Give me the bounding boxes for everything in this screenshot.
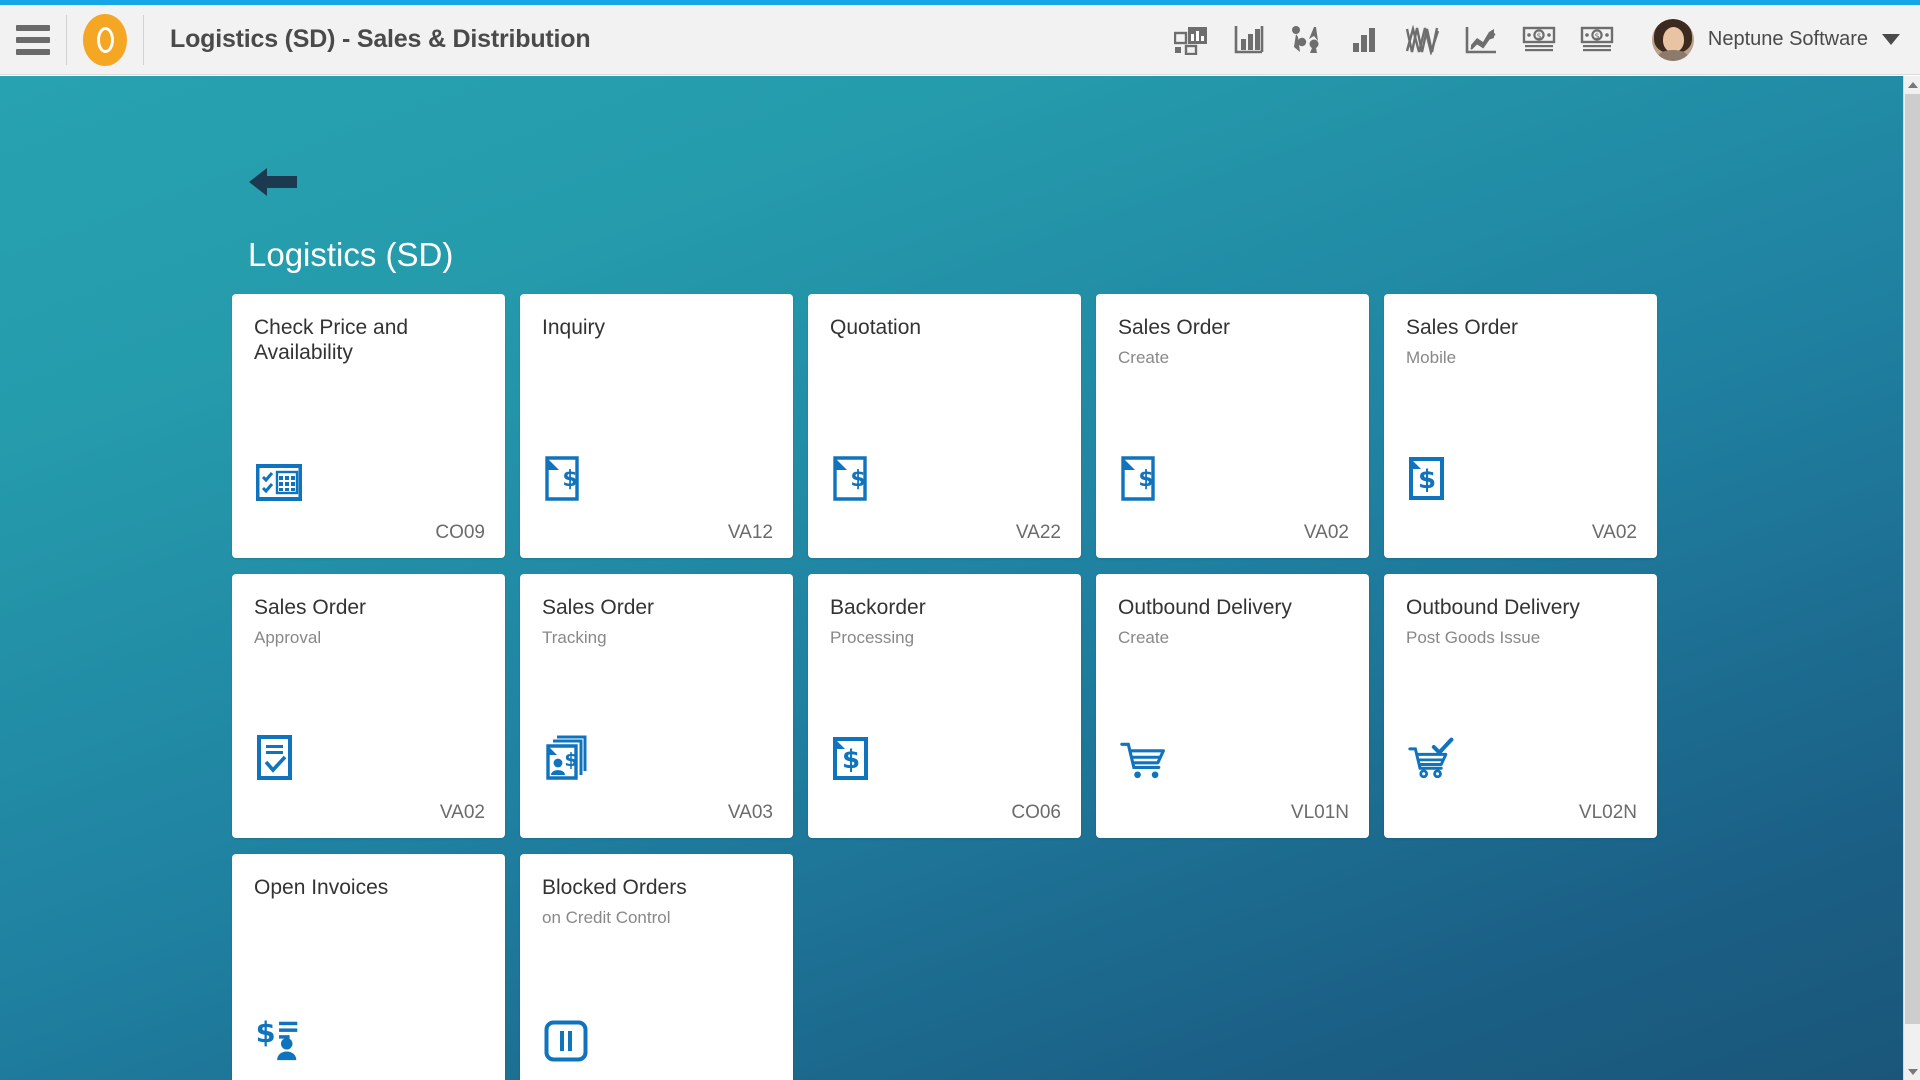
avatar-face <box>1662 26 1684 52</box>
tile-open-invoices[interactable]: Open Invoices $ VF05N <box>232 854 505 1080</box>
tile-inquiry[interactable]: Inquiry $ VA12 <box>520 294 793 558</box>
column-chart-icon[interactable] <box>1336 5 1394 75</box>
tile-title: Sales Order <box>542 596 655 619</box>
document-check-icon <box>256 734 304 782</box>
tile-outbound-delivery-create[interactable]: Outbound Delivery Create VL01N <box>1096 574 1369 838</box>
svg-text:$: $ <box>1138 467 1153 492</box>
tile-quotation[interactable]: Quotation $ VA22 <box>808 294 1081 558</box>
tile-backorder-processing[interactable]: Backorder Processing $ CO06 <box>808 574 1081 838</box>
document-dollar-icon: $ <box>544 454 592 502</box>
tile-subtitle: Tracking <box>542 627 607 647</box>
tile-sales-order-mobile[interactable]: Sales Order Mobile $ VA02 <box>1384 294 1657 558</box>
tile-title: Backorder <box>830 596 926 619</box>
checklist-grid-icon <box>256 454 304 502</box>
tile-blocked-orders[interactable]: Blocked Orders on Credit Control VKM4 <box>520 854 793 1080</box>
tile-title: Sales Order <box>1406 316 1519 339</box>
user-name: Neptune Software <box>1707 28 1868 50</box>
tile-grid: Check Price and Availability CO09 Inquir… <box>232 294 1702 1080</box>
svg-text:$: $ <box>562 467 577 492</box>
tile-subtitle: on Credit Control <box>542 907 671 927</box>
zigzag-line-chart-icon[interactable] <box>1394 5 1452 75</box>
user-avatar <box>1651 18 1694 61</box>
tile-transaction-code: VA03 <box>727 802 773 823</box>
tile-title: Outbound Delivery <box>1406 596 1580 619</box>
svg-text:$: $ <box>842 745 860 775</box>
app-title: Logistics (SD) - Sales & Distribution <box>170 25 591 53</box>
money-bill-icon[interactable]: $ <box>1510 5 1568 75</box>
back-arrow-icon[interactable] <box>245 161 301 203</box>
app-header: Logistics (SD) - Sales & Distribution $ … <box>0 5 1920 75</box>
scroll-down-arrow-icon[interactable] <box>1904 1063 1920 1080</box>
svg-text:$: $ <box>1594 31 1599 40</box>
tile-check-price-and-availability[interactable]: Check Price and Availability CO09 <box>232 294 505 558</box>
hamburger-bar <box>16 24 50 31</box>
geo-map-pins-icon[interactable] <box>1278 5 1336 75</box>
tile-transaction-code: CO09 <box>435 522 485 543</box>
tile-transaction-code: VA12 <box>727 522 773 543</box>
shopping-cart-check-icon <box>1408 734 1456 782</box>
logo-circle <box>83 13 127 66</box>
scroll-up-arrow-icon[interactable] <box>1904 76 1920 93</box>
document-dollar-icon: $ <box>832 454 880 502</box>
tile-transaction-code: VL01N <box>1290 802 1349 823</box>
scrollbar-thumb[interactable] <box>1905 94 1920 1024</box>
chevron-down-icon[interactable] <box>1882 34 1900 45</box>
scroll-up-triangle <box>1907 81 1918 88</box>
tile-subtitle: Approval <box>254 627 322 647</box>
header-divider <box>143 14 144 65</box>
header-icon-group: $ $ <box>1162 5 1626 75</box>
tile-title: Blocked Orders <box>542 876 687 899</box>
document-dollar-bold-icon: $ <box>832 734 880 782</box>
pause-box-icon <box>544 1014 592 1062</box>
tile-title: Open Invoices <box>254 876 389 899</box>
tile-title: Inquiry <box>542 316 606 339</box>
money-bill-stack-icon[interactable]: $ <box>1568 5 1626 75</box>
avatar-body <box>1657 49 1688 61</box>
tile-transaction-code: CO06 <box>1011 802 1061 823</box>
analytics-tiles-icon[interactable] <box>1162 5 1220 75</box>
bar-chart-icon[interactable] <box>1220 5 1278 75</box>
shopping-cart-icon <box>1120 734 1168 782</box>
tile-subtitle: Create <box>1118 347 1170 367</box>
tile-sales-order-tracking[interactable]: Sales Order Tracking $ VA03 <box>520 574 793 838</box>
tile-transaction-code: VL02N <box>1578 802 1637 823</box>
user-menu[interactable]: Neptune Software <box>1636 5 1920 75</box>
launchpad-content: Logistics (SD) Check Price and Availabil… <box>0 76 1920 1080</box>
tile-title: Check Price and Availability <box>254 316 409 364</box>
tile-transaction-code: VA02 <box>1591 522 1637 543</box>
tile-outbound-delivery-post-goods-issue[interactable]: Outbound Delivery Post Goods Issue VL02N <box>1384 574 1657 838</box>
document-dollar-icon: $ <box>1120 454 1168 502</box>
tile-title: Sales Order <box>1118 316 1231 339</box>
area-line-chart-icon[interactable] <box>1452 5 1510 75</box>
logo-inner-ring <box>96 26 114 53</box>
svg-text:$: $ <box>850 467 865 492</box>
documents-person-dollar-icon: $ <box>544 734 592 782</box>
tile-sales-order-create[interactable]: Sales Order Create $ VA02 <box>1096 294 1369 558</box>
scroll-down-triangle <box>1907 1068 1918 1075</box>
tile-sales-order-approval[interactable]: Sales Order Approval VA02 <box>232 574 505 838</box>
svg-text:$: $ <box>1536 31 1541 40</box>
page-title: Logistics (SD) <box>248 236 454 273</box>
tile-title: Quotation <box>830 316 922 339</box>
svg-text:$: $ <box>256 1016 276 1049</box>
hamburger-bar <box>16 48 50 55</box>
tile-title: Outbound Delivery <box>1118 596 1292 619</box>
tile-transaction-code: VA02 <box>1303 522 1349 543</box>
svg-text:$: $ <box>564 749 577 771</box>
tile-subtitle: Mobile <box>1406 347 1457 367</box>
tile-subtitle: Post Goods Issue <box>1406 627 1541 647</box>
hamburger-bar <box>16 36 50 43</box>
tile-subtitle: Processing <box>830 627 915 647</box>
tile-subtitle: Create <box>1118 627 1170 647</box>
svg-text:$: $ <box>1418 465 1436 495</box>
tile-transaction-code: VA22 <box>1015 522 1061 543</box>
document-dollar-bold-icon: $ <box>1408 454 1456 502</box>
tile-transaction-code: VA02 <box>439 802 485 823</box>
hamburger-menu-icon[interactable] <box>0 5 66 75</box>
tile-title: Sales Order <box>254 596 367 619</box>
dollar-person-list-icon: $ <box>256 1014 304 1062</box>
neptune-logo-icon[interactable] <box>67 5 143 75</box>
vertical-scrollbar[interactable] <box>1903 76 1920 1080</box>
